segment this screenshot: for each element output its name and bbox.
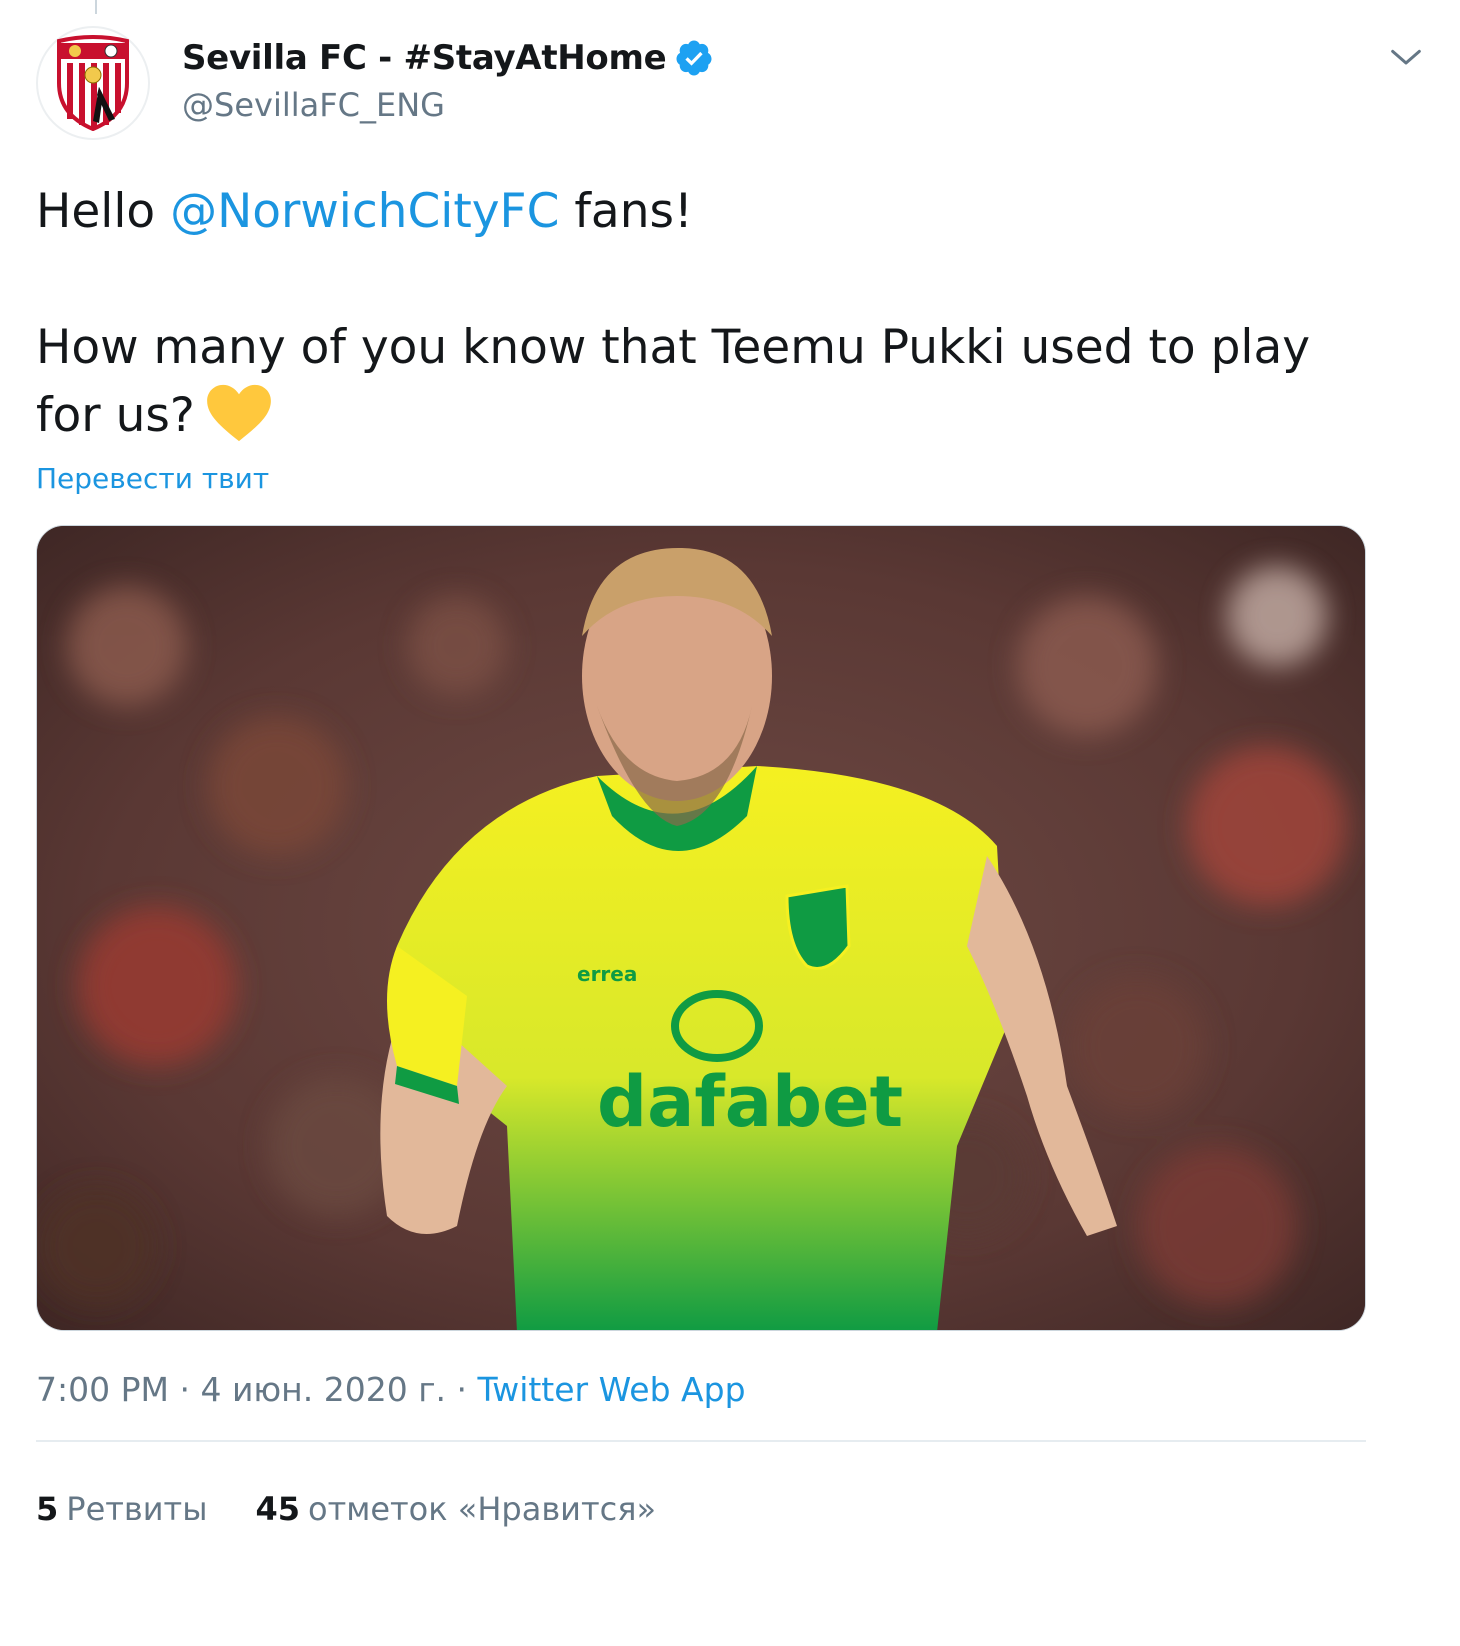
tweet-header: Sevilla FC - #StayAtHome @SevillaFC_ENG	[36, 24, 1426, 144]
mention-link[interactable]: @NorwichCityFC	[170, 184, 559, 239]
meta-separator: ·	[168, 1370, 201, 1409]
tweet-body: Hello @NorwichCityFC fans! How many of y…	[36, 178, 1366, 450]
author-display-name[interactable]: Sevilla FC - #StayAtHome	[182, 38, 667, 78]
greeting-prefix: Hello	[36, 184, 171, 239]
chevron-down-icon[interactable]	[1386, 38, 1426, 78]
retweets-label: Ретвиты	[66, 1490, 208, 1528]
tweet-greeting-line: Hello @NorwichCityFC fans!	[36, 178, 1366, 246]
tweet-question-line: How many of you know that Teemu Pukki us…	[36, 314, 1366, 450]
author-name-row[interactable]: Sevilla FC - #StayAtHome	[182, 38, 714, 78]
translate-tweet-link[interactable]: Перевести твит	[36, 462, 269, 495]
meta-separator-2: ·	[446, 1370, 478, 1409]
tweet-date[interactable]: 4 июн. 2020 г.	[200, 1370, 446, 1409]
tweet-stats: 5 Ретвиты 45 отметок «Нравится»	[36, 1490, 704, 1528]
thread-connector-line	[95, 0, 97, 14]
likes-stat[interactable]: 45 отметок «Нравится»	[255, 1490, 656, 1528]
likes-label: отметок «Нравится»	[307, 1490, 657, 1528]
kit-sponsor-text: dafabet	[597, 1061, 903, 1143]
sevilla-crest-icon	[57, 35, 129, 131]
greeting-suffix: fans!	[559, 184, 693, 239]
tweet-time[interactable]: 7:00 PM	[36, 1370, 169, 1409]
tweet-meta: 7:00 PM · 4 июн. 2020 г. · Twitter Web A…	[36, 1370, 746, 1409]
retweets-count: 5	[36, 1490, 59, 1528]
yellow-heart-icon	[206, 384, 271, 442]
tweet-source-link[interactable]: Twitter Web App	[478, 1370, 746, 1409]
divider	[36, 1440, 1366, 1442]
author-handle[interactable]: @SevillaFC_ENG	[182, 86, 445, 124]
verified-badge-icon	[676, 40, 712, 76]
retweets-stat[interactable]: 5 Ретвиты	[36, 1490, 207, 1528]
avatar[interactable]	[36, 26, 150, 140]
kit-brand-text: errea	[577, 962, 637, 986]
likes-count: 45	[255, 1490, 300, 1528]
tweet-photo[interactable]: dafabet errea	[36, 525, 1366, 1331]
